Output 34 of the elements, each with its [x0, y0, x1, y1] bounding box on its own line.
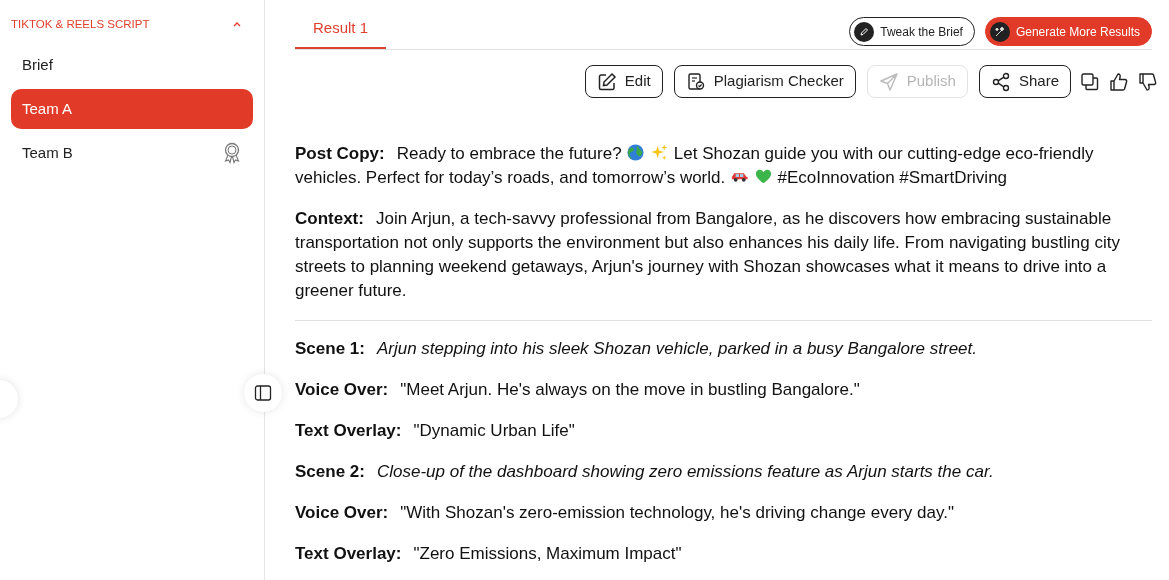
- document-check-icon: [685, 71, 706, 92]
- context-text: Context: Join Arjun, a tech-savvy professional from Bangalore, as he discovers how embracing sustainable transportation not only supports the environment but also enhances his daily life. From navigating bustling city streets to planning weekend getaways, Arjun's journey with Shozan showcases what it means to drive into a greener future.: [295, 208, 1121, 302]
- sparkles-icon: [650, 143, 670, 162]
- share-icon: [990, 71, 1011, 92]
- text-overlay-text: Text Overlay: "Zero Emissions, Maximum Impact": [295, 543, 683, 565]
- sidebar-item[interactable]: Team B: [11, 133, 253, 174]
- heart-icon: [753, 167, 773, 186]
- magic-wand-icon: [989, 21, 1010, 42]
- text-overlay-text: Text Overlay: "Dynamic Urban Life": [295, 420, 576, 442]
- section-title: TIKTOK & REELS SCRIPT: [11, 17, 150, 32]
- thumbs-up-icon[interactable]: [1109, 71, 1129, 92]
- generate-results-button[interactable]: Generate More Results: [984, 17, 1152, 46]
- sidebar-item[interactable]: Brief: [11, 45, 253, 86]
- chevron-up-icon[interactable]: [232, 21, 242, 29]
- copy-icon[interactable]: [1080, 71, 1100, 92]
- share-button[interactable]: Share: [978, 65, 1071, 98]
- scene-text: Scene 2: Close-up of the dashboard showing zero emissions feature as Arjun starts the car.: [295, 461, 995, 483]
- voice-over-text: Voice Over: "With Shozan's zero-emission technology, he's driving change every day.": [295, 502, 955, 524]
- scene-text: Scene 1: Arjun stepping into his sleek Shozan vehicle, parked in a busy Bangalore street.: [295, 338, 979, 360]
- post-copy-text: Post Copy: Ready to embrace the future? Let Shozan guide you with our cutting-edge eco-friendly vehicles. Perfect for today’s roads, and tomorrow’s world. #EcoInnovation #SmartDriving: [295, 142, 1095, 189]
- plagiarism-checker-button[interactable]: Plagiarism Checker: [673, 65, 856, 98]
- globe-icon: [626, 143, 646, 162]
- edit-icon: [596, 71, 617, 92]
- result-tab[interactable]: Result 1: [295, 16, 387, 49]
- award-ribbon-icon: [222, 142, 242, 165]
- tweak-brief-button[interactable]: Tweak the Brief: [849, 17, 975, 46]
- thumbs-down-icon[interactable]: [1138, 71, 1158, 92]
- sidebar-panel-icon: [254, 384, 272, 402]
- edit-button[interactable]: Edit: [584, 65, 663, 98]
- pencil-icon: [854, 21, 875, 42]
- sidebar-item[interactable]: Team A: [11, 89, 253, 130]
- voice-over-text: Voice Over: "Meet Arjun. He's always on the move in bustling Bangalore.": [295, 379, 861, 401]
- paper-plane-icon: [878, 71, 899, 92]
- sidebar-toggle-button[interactable]: [244, 374, 282, 412]
